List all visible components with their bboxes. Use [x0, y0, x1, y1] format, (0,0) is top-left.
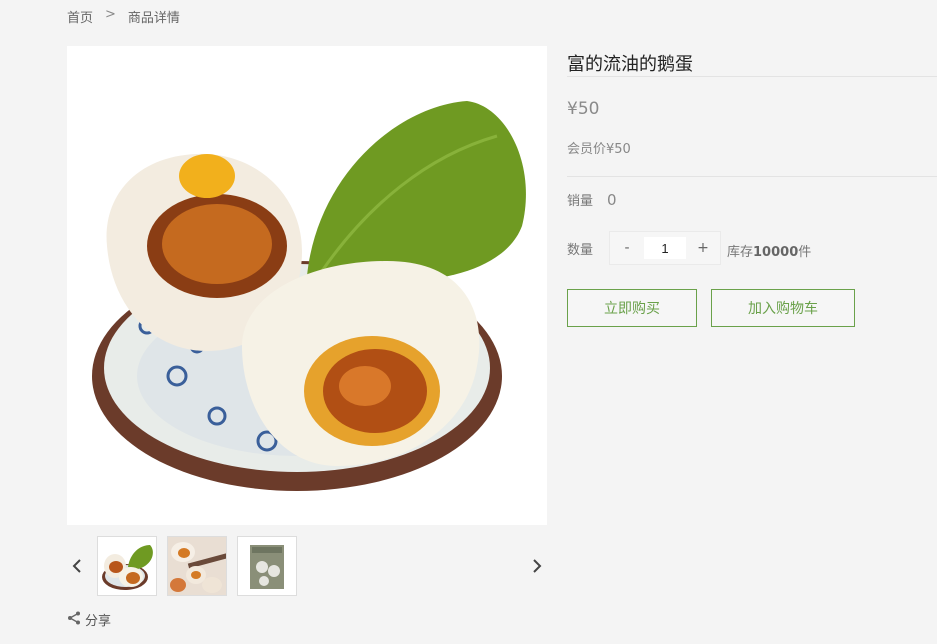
- chevron-left-icon[interactable]: [67, 554, 87, 578]
- sales-row: 销量 0: [567, 190, 937, 210]
- quantity-row: 数量 - + 库存10000件: [567, 231, 937, 265]
- quantity-stepper: - +: [609, 231, 721, 265]
- thumbnail-1[interactable]: [97, 536, 157, 596]
- product-title: 富的流油的鹅蛋: [567, 46, 937, 77]
- stock-info: 库存10000件: [727, 241, 811, 260]
- sales-value: 0: [607, 190, 617, 209]
- quantity-input[interactable]: [644, 237, 686, 259]
- stock-value: 10000: [753, 245, 799, 260]
- thumbnail-carousel: [67, 536, 547, 596]
- share-button[interactable]: 分享: [67, 610, 111, 629]
- quantity-minus-button[interactable]: -: [610, 232, 644, 264]
- breadcrumb-home-link[interactable]: 首页: [67, 7, 93, 26]
- product-info-panel: 富的流油的鹅蛋 ¥50 会员价¥50 销量 0 数量 - + 库存10000件 …: [567, 46, 937, 327]
- quantity-label: 数量: [567, 243, 594, 258]
- divider: [567, 176, 937, 177]
- share-icon: [67, 611, 81, 629]
- quantity-plus-button[interactable]: +: [686, 232, 720, 264]
- thumbnail-3[interactable]: [237, 536, 297, 596]
- breadcrumb: 首页 > 商品详情: [67, 7, 180, 26]
- stock-prefix: 库存: [727, 245, 754, 260]
- share-label: 分享: [85, 614, 112, 629]
- product-main-image: [67, 46, 547, 525]
- breadcrumb-separator: >: [105, 7, 116, 22]
- sales-label: 销量: [567, 194, 594, 209]
- stock-suffix: 件: [798, 245, 812, 260]
- product-price: ¥50: [567, 99, 600, 119]
- buy-now-button[interactable]: 立即购买: [567, 289, 697, 327]
- add-to-cart-button[interactable]: 加入购物车: [711, 289, 855, 327]
- breadcrumb-current: 商品详情: [127, 11, 180, 26]
- thumbnail-2[interactable]: [167, 536, 227, 596]
- member-price: 会员价¥50: [567, 142, 631, 157]
- action-buttons: 立即购买 加入购物车: [567, 289, 937, 327]
- chevron-right-icon[interactable]: [527, 554, 547, 578]
